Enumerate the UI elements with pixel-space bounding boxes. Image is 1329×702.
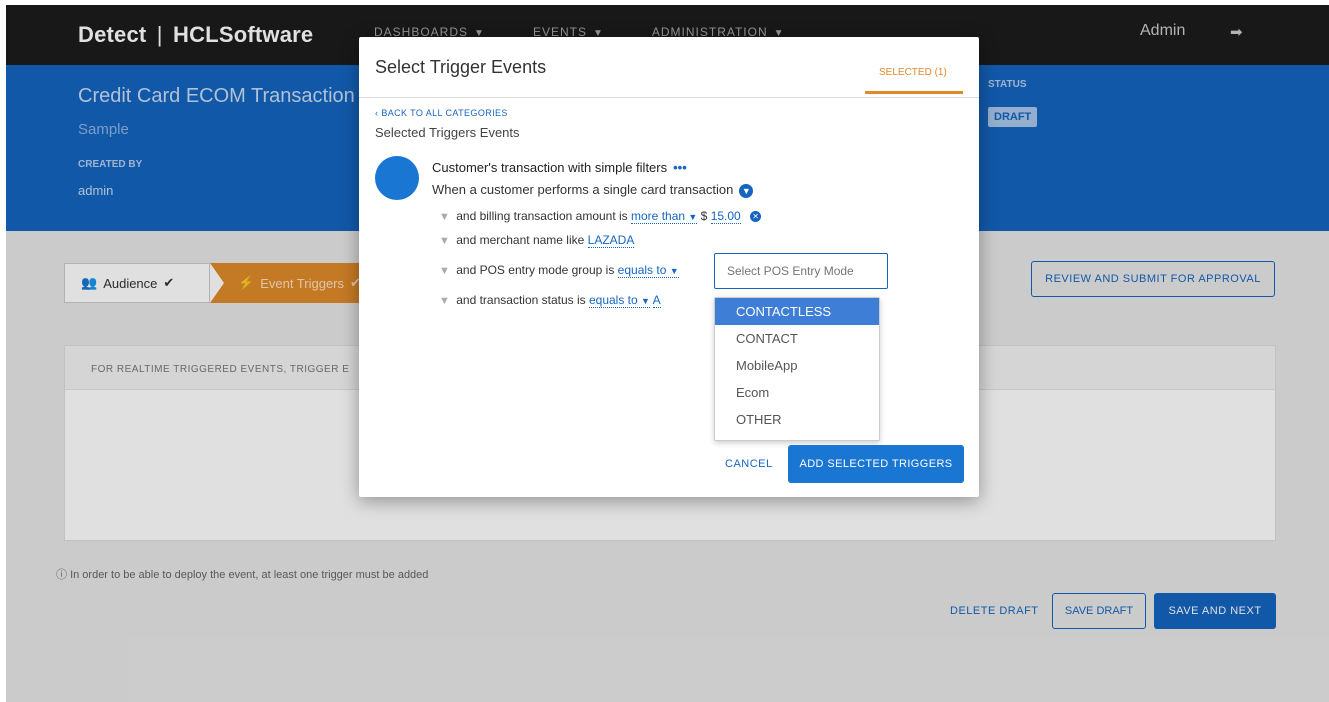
trigger-description: When a customer performs a single card t… (432, 182, 754, 198)
pos-option-contact[interactable]: CONTACT (715, 325, 879, 352)
cancel-button[interactable]: CANCEL (725, 458, 773, 470)
status-value[interactable]: A (652, 293, 661, 308)
pos-entry-mode-dropdown: CONTACTLESS CONTACT MobileApp Ecom OTHER (714, 297, 880, 441)
merchant-value[interactable]: LAZADA (587, 233, 635, 248)
filter-icon: ▼ (439, 211, 450, 223)
filter-icon: ▼ (439, 295, 450, 307)
condition-amount: ▼ and billing transaction amount is more… (439, 209, 762, 224)
modal-divider (359, 97, 979, 98)
condition-status: ▼ and transaction status is equals to ▼ … (439, 293, 661, 308)
app-frame: Detect | HCLSoftware DASHBOARDS ▼ EVENTS ▼… (6, 5, 1329, 702)
caret-down-icon: ▼ (641, 296, 650, 306)
filter-icon: ▼ (439, 235, 450, 247)
pos-entry-mode-input[interactable] (714, 253, 888, 289)
pos-operator-dropdown[interactable]: equals to ▼ (617, 263, 679, 278)
remove-condition-icon[interactable]: ✕ (750, 211, 762, 223)
amount-operator-dropdown[interactable]: more than ▼ (631, 209, 698, 224)
pos-option-other[interactable]: OTHER (715, 406, 879, 433)
select-trigger-modal: Select Trigger Events SELECTED (1) ‹ BAC… (359, 37, 979, 497)
back-to-categories-link[interactable]: ‹ BACK TO ALL CATEGORIES (375, 108, 508, 118)
status-operator-dropdown[interactable]: equals to ▼ (588, 293, 650, 308)
pos-option-contactless[interactable]: CONTACTLESS (715, 298, 879, 325)
condition-pos: ▼ and POS entry mode group is equals to … (439, 263, 679, 278)
tab-selected-underline (865, 91, 963, 94)
condition-merchant: ▼ and merchant name like LAZADA (439, 233, 635, 248)
caret-down-icon: ▼ (688, 212, 698, 222)
modal-title: Select Trigger Events (375, 57, 547, 77)
amount-value[interactable]: 15.00 (710, 209, 741, 224)
selected-triggers-label: Selected Triggers Events (375, 125, 520, 140)
pos-option-mobileapp[interactable]: MobileApp (715, 352, 879, 379)
pos-option-ecom[interactable]: Ecom (715, 379, 879, 406)
more-options-icon[interactable]: ••• (673, 160, 687, 175)
filter-badge-icon[interactable]: ▼ (739, 183, 754, 198)
chevron-left-icon: ‹ (375, 108, 379, 118)
trigger-name: Customer's transaction with simple filte… (432, 160, 687, 175)
add-selected-triggers-button[interactable]: ADD SELECTED TRIGGERS (788, 445, 964, 483)
caret-down-icon: ▼ (669, 266, 679, 276)
filter-icon: ▼ (439, 265, 450, 277)
tab-selected[interactable]: SELECTED (1) (879, 67, 947, 78)
trigger-avatar (375, 156, 419, 200)
